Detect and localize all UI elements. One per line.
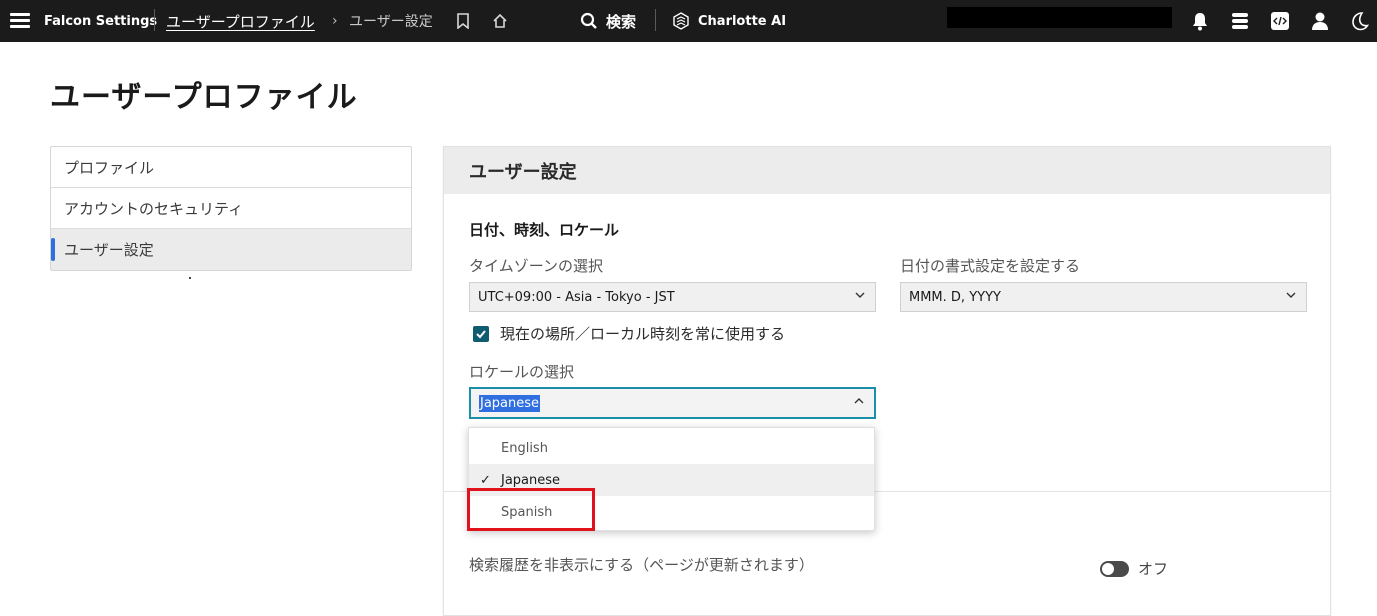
timezone-value: UTC+09:00 - Asia - Tokyo - JST (478, 289, 675, 305)
hide-search-history-label: 検索履歴を非表示にする（ページが更新されます） (469, 556, 814, 574)
breadcrumb-current: ユーザー設定 (349, 14, 433, 30)
locale-option-label: Japanese (501, 472, 561, 488)
redacted-area (947, 7, 1172, 28)
user-settings-panel: ユーザー設定 日付、時刻、ロケール タイムゾーンの選択 UTC+09:00 - … (443, 146, 1331, 616)
use-local-time-row: 現在の場所／ローカル時刻を常に使用する (473, 323, 785, 344)
breadcrumb-link-user-profile[interactable]: ユーザープロファイル (166, 0, 315, 42)
moon-icon[interactable] (1349, 0, 1369, 42)
locale-label: ロケールの選択 (469, 363, 575, 381)
stack-icon[interactable] (1230, 0, 1250, 42)
check-icon: ✓ (480, 473, 491, 488)
toggle-state-label: オフ (1138, 560, 1169, 578)
menu-icon[interactable] (10, 0, 32, 42)
search-label: 検索 (606, 12, 637, 31)
date-format-label: 日付の書式設定を設定する (900, 257, 1081, 275)
chevron-up-icon (854, 398, 864, 404)
annotation-highlight-box (467, 488, 595, 531)
sidebar-item-user-settings[interactable]: ユーザー設定 (51, 229, 411, 270)
bookmark-icon[interactable] (456, 0, 470, 42)
charlotte-ai-label: Charlotte AI (698, 13, 787, 29)
date-format-select[interactable]: MMM. D, YYYY (900, 282, 1307, 312)
use-local-time-checkbox[interactable] (473, 325, 489, 342)
sidebar-item-account-security[interactable]: アカウントのセキュリティ (51, 188, 411, 229)
sidebar-nav: プロファイル アカウントのセキュリティ ユーザー設定 (50, 146, 412, 271)
locale-option-english[interactable]: English (469, 432, 874, 464)
locale-value: Japanese (479, 394, 541, 412)
sidebar-item-label: ユーザー設定 (64, 241, 154, 259)
topbar-divider (655, 9, 656, 31)
section-title: 日付、時刻、ロケール (469, 221, 620, 239)
home-icon[interactable] (492, 0, 508, 42)
timezone-label: タイムゾーンの選択 (469, 257, 603, 275)
panel-header: ユーザー設定 (444, 147, 1330, 194)
search-button[interactable]: 検索 (580, 0, 636, 42)
sidebar-item-profile[interactable]: プロファイル (51, 147, 411, 188)
charlotte-ai-icon (673, 12, 689, 30)
chevron-down-icon (1286, 292, 1296, 298)
timezone-select[interactable]: UTC+09:00 - Asia - Tokyo - JST (469, 282, 876, 312)
top-bar: Falcon Settings ユーザープロファイル › ユーザー設定 検索 C… (0, 0, 1377, 42)
chevron-down-icon (855, 292, 865, 298)
search-icon (580, 12, 597, 29)
breadcrumb-separator: › (332, 13, 338, 29)
sidebar-item-label: プロファイル (64, 158, 155, 177)
bell-icon[interactable] (1191, 0, 1209, 42)
hide-search-history-toggle-row: オフ (1100, 558, 1168, 579)
locale-select[interactable]: Japanese (469, 387, 876, 419)
app-title[interactable]: Falcon Settings (44, 0, 157, 42)
locale-option-label: English (501, 440, 548, 456)
date-format-value: MMM. D, YYYY (909, 289, 1001, 305)
user-icon[interactable] (1310, 0, 1330, 42)
page-title: ユーザープロファイル (50, 80, 358, 115)
charlotte-ai-button[interactable]: Charlotte AI (672, 0, 786, 42)
sidebar-item-label: アカウントのセキュリティ (64, 199, 244, 218)
hide-search-history-toggle[interactable] (1100, 560, 1129, 577)
stray-dot (189, 277, 191, 279)
use-local-time-label: 現在の場所／ローカル時刻を常に使用する (500, 325, 786, 343)
topbar-divider (154, 9, 155, 31)
code-icon[interactable] (1270, 0, 1290, 42)
